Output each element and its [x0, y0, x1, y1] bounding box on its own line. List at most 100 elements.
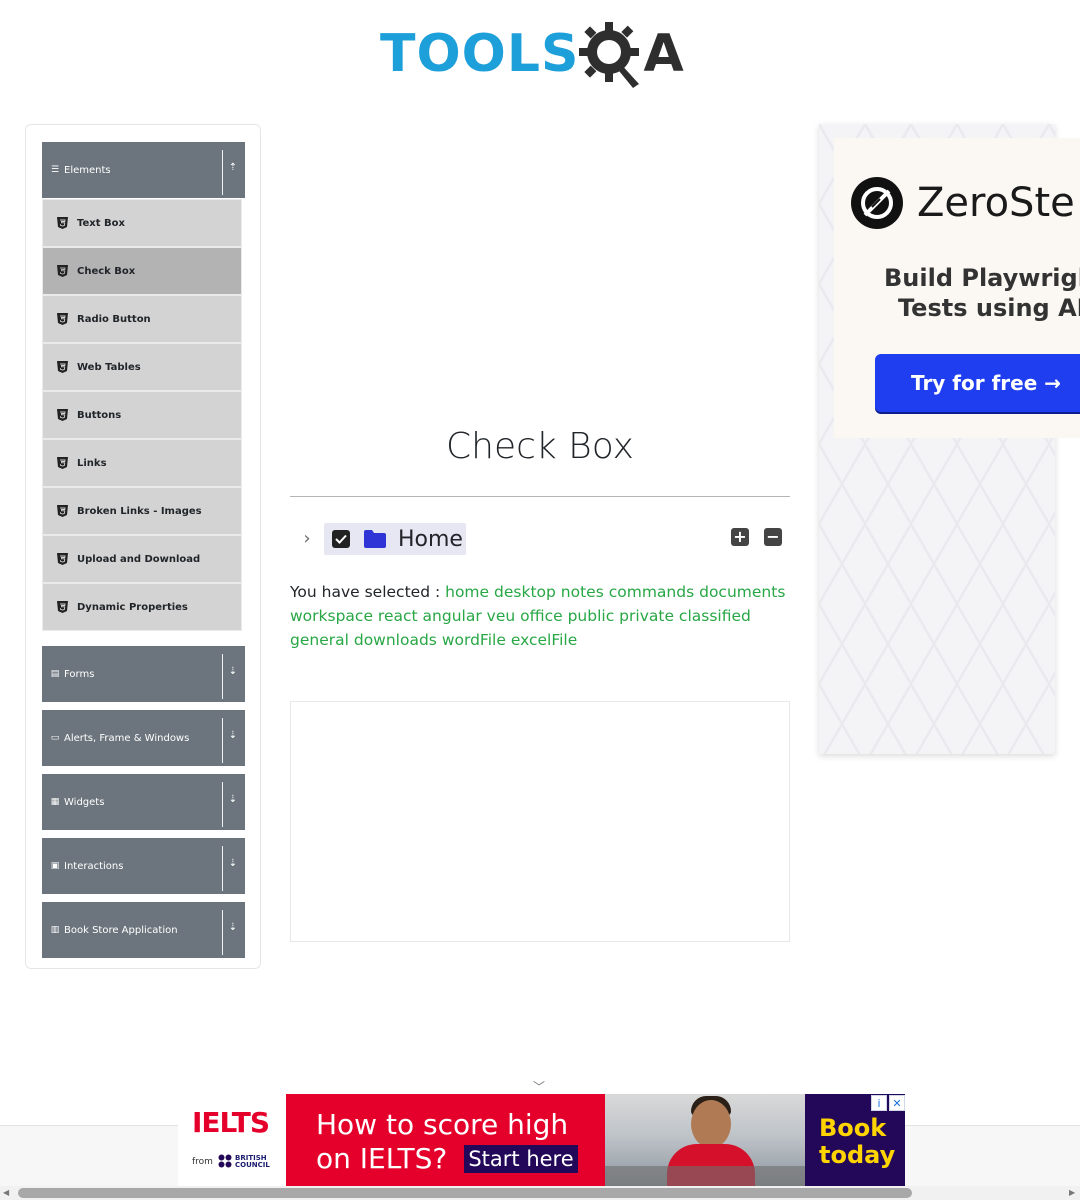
ad-copy-line1: Build Playwright	[884, 264, 1080, 292]
selected-item: downloads	[353, 631, 437, 649]
menu-item-label: Radio Button	[77, 313, 151, 325]
british-council-label: BRITISH COUNCIL	[235, 1155, 270, 1169]
scroll-right-icon[interactable]: ▶	[1069, 1189, 1077, 1197]
selected-item: office	[520, 607, 563, 625]
menu-item-buttons[interactable]: Buttons	[42, 391, 242, 439]
chevron-down-icon[interactable]: ﹀	[530, 1078, 548, 1094]
group-interactions[interactable]: ▣ Interactions ⇣	[42, 838, 245, 894]
menu-item-dynamic-properties[interactable]: Dynamic Properties	[42, 583, 242, 631]
menu-item-label: Broken Links - Images	[77, 505, 202, 517]
selected-item: classified	[678, 607, 751, 625]
menu-item-web-tables[interactable]: Web Tables	[42, 343, 242, 391]
group-elements[interactable]: ☰ Elements ⇡	[42, 142, 245, 198]
menu-item-label: Upload and Download	[77, 553, 201, 565]
selected-item: notes	[560, 583, 604, 601]
divider	[222, 846, 223, 891]
ad-headline-line2: on IELTS?	[316, 1142, 448, 1175]
sidebar: ☰ Elements ⇡ Text Box Check Box Radio Bu…	[25, 124, 261, 969]
tree-node-home[interactable]: Home	[324, 523, 466, 555]
widgets-icon: ▦	[50, 797, 60, 807]
ad-brand: ZeroSte	[917, 180, 1075, 226]
group-widgets[interactable]: ▦ Widgets ⇣	[42, 774, 245, 830]
try-for-free-button[interactable]: Try for free →	[875, 354, 1080, 412]
start-here-button[interactable]: Start here	[464, 1145, 578, 1173]
menu-item-text-box[interactable]: Text Box	[42, 199, 242, 247]
arrow-down-icon: ⇣	[228, 794, 238, 805]
menu-item-radio-button[interactable]: Radio Button	[42, 295, 242, 343]
zerostep-ad[interactable]: ZeroSte Build Playwright Tests using AI …	[834, 138, 1080, 438]
bookstore-icon: ▥	[50, 925, 60, 935]
menu-item-label: Buttons	[77, 409, 122, 421]
scrollbar-thumb[interactable]	[18, 1188, 912, 1198]
html5-icon	[57, 265, 68, 277]
html5-icon	[57, 553, 68, 565]
student-photo	[605, 1094, 805, 1186]
menu-item-check-box[interactable]: Check Box	[42, 247, 242, 295]
checkbox-checked[interactable]	[332, 530, 350, 548]
selected-item: react	[377, 607, 418, 625]
html5-icon	[57, 601, 68, 613]
photo-face	[691, 1100, 731, 1148]
divider	[222, 654, 223, 699]
checkbox-tree: › Home + −	[290, 522, 790, 556]
ad-headline-line1: How to score high	[316, 1108, 569, 1141]
divider	[222, 910, 223, 955]
zerostep-logo-icon	[851, 177, 903, 229]
page-title: Check Box	[446, 426, 634, 467]
html5-icon	[57, 217, 68, 229]
expand-all-button[interactable]: +	[731, 528, 749, 546]
ad-info-icon[interactable]: i	[871, 1095, 887, 1111]
menu-item-label: Check Box	[77, 265, 136, 277]
window-icon: ▭	[50, 733, 60, 743]
today-label: today	[819, 1141, 896, 1169]
ielts-headline-panel: How to score high on IELTS? Start here	[286, 1094, 605, 1186]
logo-tools-text: TOOLS	[380, 24, 580, 84]
book-label: Book	[819, 1114, 887, 1142]
scroll-left-icon[interactable]: ◀	[3, 1189, 11, 1197]
arrow-down-icon: ⇣	[228, 666, 238, 677]
group-alerts-frame-windows[interactable]: ▭ Alerts, Frame & Windows ⇣	[42, 710, 245, 766]
divider	[222, 718, 223, 763]
group-book-store[interactable]: ▥ Book Store Application ⇣	[42, 902, 245, 958]
group-label: Alerts, Frame & Windows	[64, 732, 190, 744]
ad-placeholder-box	[290, 701, 790, 942]
page: TOOLS A ☰ Elements ⇡ Text Box Check Box …	[0, 0, 1080, 1200]
menu-item-links[interactable]: Links	[42, 439, 242, 487]
ielts-banner-ad[interactable]: IELTS from BRITISH COUNCIL How to score h…	[178, 1094, 905, 1186]
logo-a-text: A	[643, 24, 684, 84]
selected-item: workspace	[290, 607, 373, 625]
title-divider	[290, 496, 790, 497]
selected-item: veu	[486, 607, 516, 625]
menu-item-label: Links	[77, 457, 107, 469]
selected-item: excelFile	[510, 631, 578, 649]
arrow-down-icon: ⇣	[228, 858, 238, 869]
ielts-logo-panel: IELTS from BRITISH COUNCIL	[178, 1094, 286, 1186]
menu-item-upload-download[interactable]: Upload and Download	[42, 535, 242, 583]
horizontal-scrollbar[interactable]: ◀ ▶	[0, 1186, 1080, 1200]
collapse-all-button[interactable]: −	[764, 528, 782, 546]
form-icon: ▤	[50, 669, 60, 679]
chevron-right-icon[interactable]: ›	[298, 528, 316, 550]
ad-close-icon[interactable]: ✕	[889, 1095, 905, 1111]
selected-item: angular	[422, 607, 482, 625]
toolsqa-logo[interactable]: TOOLS A	[380, 16, 710, 92]
folder-icon	[364, 530, 386, 548]
html5-icon	[57, 313, 68, 325]
group-forms[interactable]: ▤ Forms ⇣	[42, 646, 245, 702]
group-label: Elements	[64, 164, 111, 176]
html5-icon	[57, 409, 68, 421]
html5-icon	[57, 505, 68, 517]
result-prefix: You have selected :	[290, 583, 441, 601]
from-label: from	[192, 1157, 213, 1167]
gear-icon	[579, 22, 640, 88]
menu-item-broken-links[interactable]: Broken Links - Images	[42, 487, 242, 535]
ielts-logo: IELTS	[192, 1106, 270, 1139]
group-label: Forms	[64, 668, 95, 680]
selection-result: You have selected : home desktop notes c…	[290, 580, 790, 652]
arrow-down-icon: ⇣	[228, 730, 238, 741]
tree-node-label: Home	[398, 526, 463, 552]
british-council-logo-icon	[218, 1154, 232, 1168]
selected-item: public	[567, 607, 615, 625]
divider	[222, 782, 223, 827]
ad-copy-line2: Tests using AI	[898, 294, 1080, 322]
